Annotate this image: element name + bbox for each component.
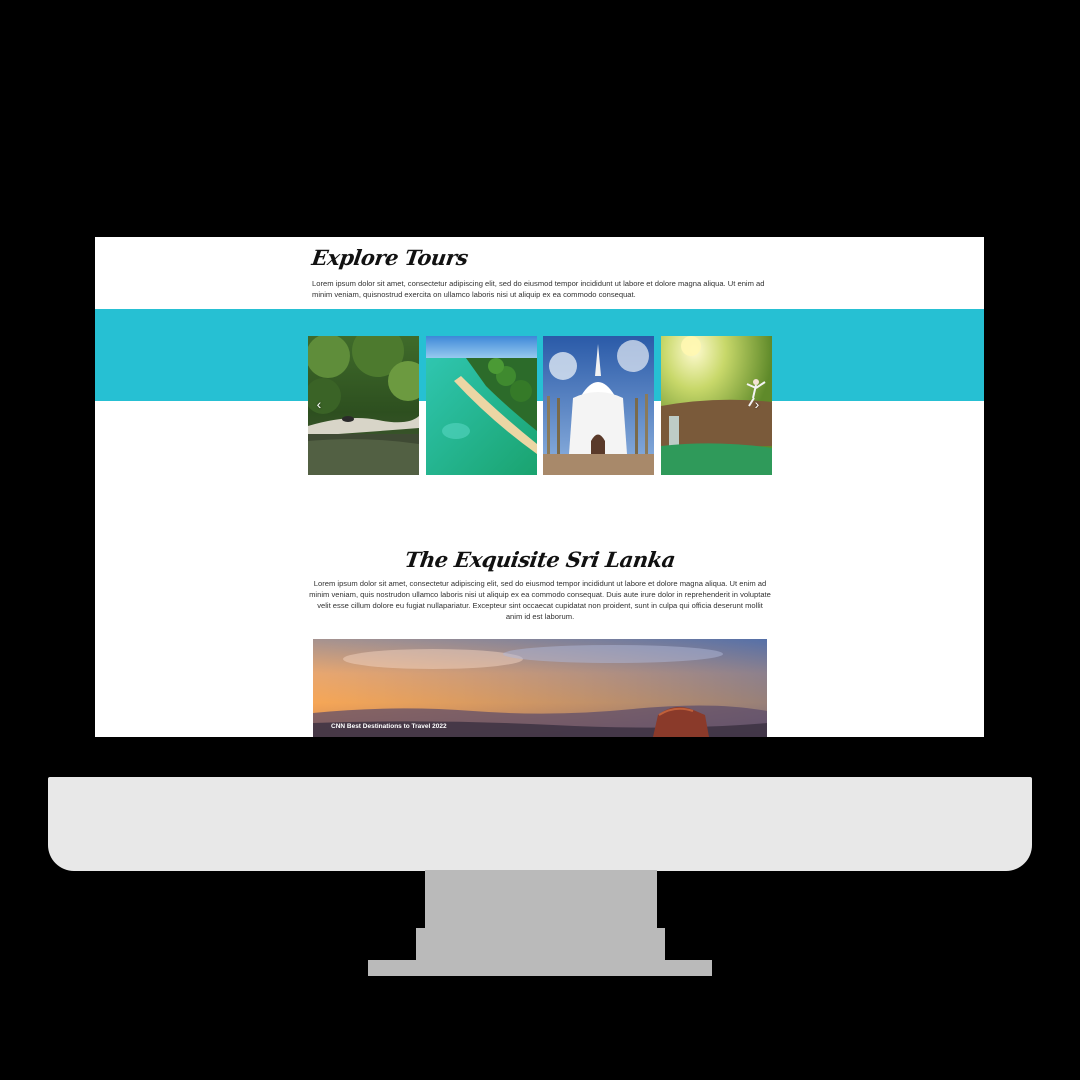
monitor-bezel xyxy=(48,777,1032,871)
monitor-stand-neck xyxy=(425,870,657,962)
explore-tours-section: Explore Tours Lorem ipsum dolor sit amet… xyxy=(310,245,767,300)
monitor-screen: Explore Tours Lorem ipsum dolor sit amet… xyxy=(95,237,984,737)
explore-tours-description: Lorem ipsum dolor sit amet, consectetur … xyxy=(312,279,765,299)
exquisite-title: The Exquisite Sri Lanka xyxy=(403,547,677,572)
monitor-stand-flare-right xyxy=(655,928,665,962)
monitor-stand-flare-left xyxy=(416,928,428,962)
white-stupa-image xyxy=(543,336,654,475)
carousel-prev-button[interactable]: ‹ xyxy=(313,396,325,412)
slide-white-stupa[interactable] xyxy=(543,336,654,475)
exquisite-description: Lorem ipsum dolor sit amet, consectetur … xyxy=(309,579,771,621)
carousel-next-button[interactable]: › xyxy=(751,396,763,412)
sigiriya-hero-banner[interactable]: CNN Best Destinations to Travel 2022 xyxy=(313,639,767,737)
explore-tours-title: Explore Tours xyxy=(310,245,470,270)
tropical-beach-image xyxy=(426,336,537,475)
hero-caption: CNN Best Destinations to Travel 2022 xyxy=(331,723,447,730)
chevron-right-icon: › xyxy=(754,396,760,412)
slide-tropical-beach[interactable] xyxy=(426,336,537,475)
chevron-left-icon: ‹ xyxy=(316,396,322,412)
monitor-stand-base xyxy=(368,960,712,976)
exquisite-section: The Exquisite Sri Lanka Lorem ipsum dolo… xyxy=(308,547,772,622)
tour-carousel[interactable]: ‹ › xyxy=(308,336,772,475)
